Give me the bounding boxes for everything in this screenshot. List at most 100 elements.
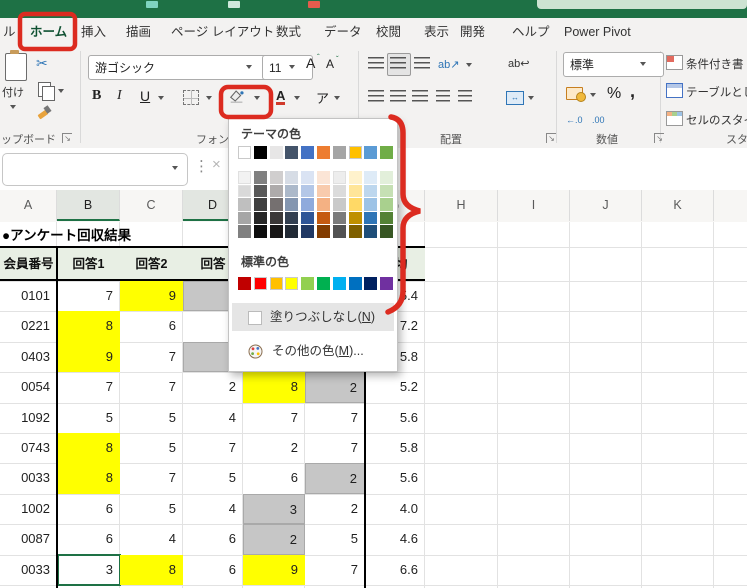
theme-tint-swatch[interactable]: [238, 185, 251, 198]
column-header-B[interactable]: B: [57, 190, 120, 221]
grid-cell[interactable]: 7: [57, 372, 120, 402]
grid-cell[interactable]: 6.6: [365, 555, 425, 585]
increase-decimal-icon[interactable]: ←.0: [566, 115, 583, 125]
tab-view[interactable]: 表示: [424, 18, 449, 47]
underline-chevron[interactable]: [158, 96, 164, 103]
grid-cell[interactable]: 5.8: [365, 433, 425, 463]
italic-button[interactable]: I: [117, 88, 122, 104]
grid-cell[interactable]: 8: [57, 463, 120, 493]
tab-page-layout[interactable]: ページ レイアウト: [171, 18, 274, 47]
cell-styles-button[interactable]: セルのスタイ: [686, 112, 747, 128]
grid-cell[interactable]: 2: [305, 463, 365, 493]
theme-tint-swatch[interactable]: [254, 225, 267, 238]
standard-color-swatch[interactable]: [270, 277, 283, 290]
theme-tint-swatch[interactable]: [238, 212, 251, 225]
grid-cell[interactable]: 4: [183, 403, 243, 433]
cell-member-id[interactable]: 0033: [0, 463, 57, 493]
fill-color-chevron[interactable]: [254, 96, 260, 103]
orientation-icon[interactable]: ab↗: [438, 58, 459, 71]
cell-member-id[interactable]: 1092: [0, 403, 57, 433]
grid-cell[interactable]: 8: [57, 433, 120, 463]
grid-cell[interactable]: 7: [305, 555, 365, 585]
tab-help[interactable]: ヘルプ: [512, 18, 550, 47]
grid-cell[interactable]: 7: [120, 342, 183, 372]
tab-draw[interactable]: 描画: [126, 18, 151, 47]
grid-cell[interactable]: 6: [183, 524, 243, 554]
tab-data[interactable]: データ: [324, 18, 362, 47]
theme-tint-swatch[interactable]: [285, 198, 298, 211]
grid-cell[interactable]: 4.0: [365, 494, 425, 524]
theme-tint-swatch[interactable]: [364, 198, 377, 211]
paste-icon[interactable]: [5, 53, 27, 81]
theme-tint-swatch[interactable]: [349, 171, 362, 184]
grid-cell[interactable]: 2: [305, 372, 365, 402]
more-colors-menu-item[interactable]: その他の色(M)...: [232, 337, 394, 365]
grid-cell[interactable]: 6: [57, 524, 120, 554]
grid-cell[interactable]: 7: [305, 403, 365, 433]
grid-cell[interactable]: 5.6: [365, 403, 425, 433]
theme-tint-swatch[interactable]: [270, 185, 283, 198]
grid-cell[interactable]: 7: [120, 463, 183, 493]
font-name-combo[interactable]: 游ゴシック: [88, 55, 272, 80]
cell-member-id[interactable]: 0054: [0, 372, 57, 402]
theme-tint-swatch[interactable]: [254, 171, 267, 184]
cell-member-id[interactable]: 0087: [0, 524, 57, 554]
cell-member-id[interactable]: 0101: [0, 281, 57, 311]
theme-tint-swatch[interactable]: [285, 212, 298, 225]
theme-tint-swatch[interactable]: [333, 171, 346, 184]
theme-tint-swatch[interactable]: [349, 198, 362, 211]
grid-cell[interactable]: 4.6: [365, 524, 425, 554]
theme-tint-swatch[interactable]: [349, 185, 362, 198]
column-header-A[interactable]: A: [0, 190, 57, 221]
formula-dots-icon[interactable]: ⋮: [194, 157, 209, 175]
theme-tint-swatch[interactable]: [380, 212, 393, 225]
standard-color-swatch[interactable]: [285, 277, 298, 290]
cell-member-id[interactable]: 1002: [0, 494, 57, 524]
number-dialog-launcher-icon[interactable]: ↘: [654, 133, 664, 143]
copy-icon[interactable]: [38, 82, 51, 97]
grow-font-button[interactable]: A: [306, 55, 315, 71]
orientation-chevron[interactable]: [466, 63, 472, 70]
cell-member-id[interactable]: 0221: [0, 311, 57, 341]
accounting-format-icon[interactable]: [566, 87, 583, 100]
theme-tint-swatch[interactable]: [301, 212, 314, 225]
standard-color-swatch[interactable]: [238, 277, 251, 290]
align-middle-icon[interactable]: [390, 57, 406, 70]
grid-cell[interactable]: 4: [120, 524, 183, 554]
theme-tint-swatch[interactable]: [333, 225, 346, 238]
theme-tint-swatch[interactable]: [301, 185, 314, 198]
theme-color-swatch[interactable]: [254, 146, 267, 159]
phonetic-button[interactable]: ア: [316, 88, 329, 107]
grid-cell[interactable]: 7: [57, 281, 120, 311]
cell-member-id[interactable]: 0033: [0, 555, 57, 585]
theme-tint-swatch[interactable]: [364, 212, 377, 225]
standard-color-swatch[interactable]: [317, 277, 330, 290]
grid-cell[interactable]: 6: [183, 555, 243, 585]
theme-tint-swatch[interactable]: [285, 225, 298, 238]
borders-chevron[interactable]: [206, 96, 212, 103]
theme-tint-swatch[interactable]: [301, 171, 314, 184]
grid-cell[interactable]: 8: [243, 372, 305, 402]
grid-cell[interactable]: 5.2: [365, 372, 425, 402]
merge-center-chevron[interactable]: [528, 96, 534, 103]
tab-power-pivot[interactable]: Power Pivot: [564, 18, 631, 47]
formula-cancel-icon[interactable]: ×: [212, 156, 221, 173]
theme-tint-swatch[interactable]: [270, 198, 283, 211]
theme-tint-swatch[interactable]: [317, 198, 330, 211]
decrease-indent-icon[interactable]: [436, 90, 450, 103]
theme-tint-swatch[interactable]: [270, 225, 283, 238]
theme-tint-swatch[interactable]: [333, 185, 346, 198]
number-format-combo[interactable]: 標準: [563, 52, 664, 77]
name-box-chevron[interactable]: [172, 166, 178, 173]
number-format-chevron[interactable]: [640, 62, 646, 69]
column-header-C[interactable]: C: [120, 190, 183, 221]
grid-cell[interactable]: 5: [305, 524, 365, 554]
grid-cell[interactable]: 7: [183, 433, 243, 463]
theme-color-swatch[interactable]: [349, 146, 362, 159]
theme-tint-swatch[interactable]: [285, 171, 298, 184]
percent-style-button[interactable]: %: [607, 85, 621, 103]
font-color-chevron[interactable]: [294, 96, 300, 103]
format-as-table-button[interactable]: テーブルとし: [686, 84, 747, 100]
grid-cell[interactable]: 5: [120, 494, 183, 524]
tab-developer[interactable]: 開発: [460, 18, 485, 47]
